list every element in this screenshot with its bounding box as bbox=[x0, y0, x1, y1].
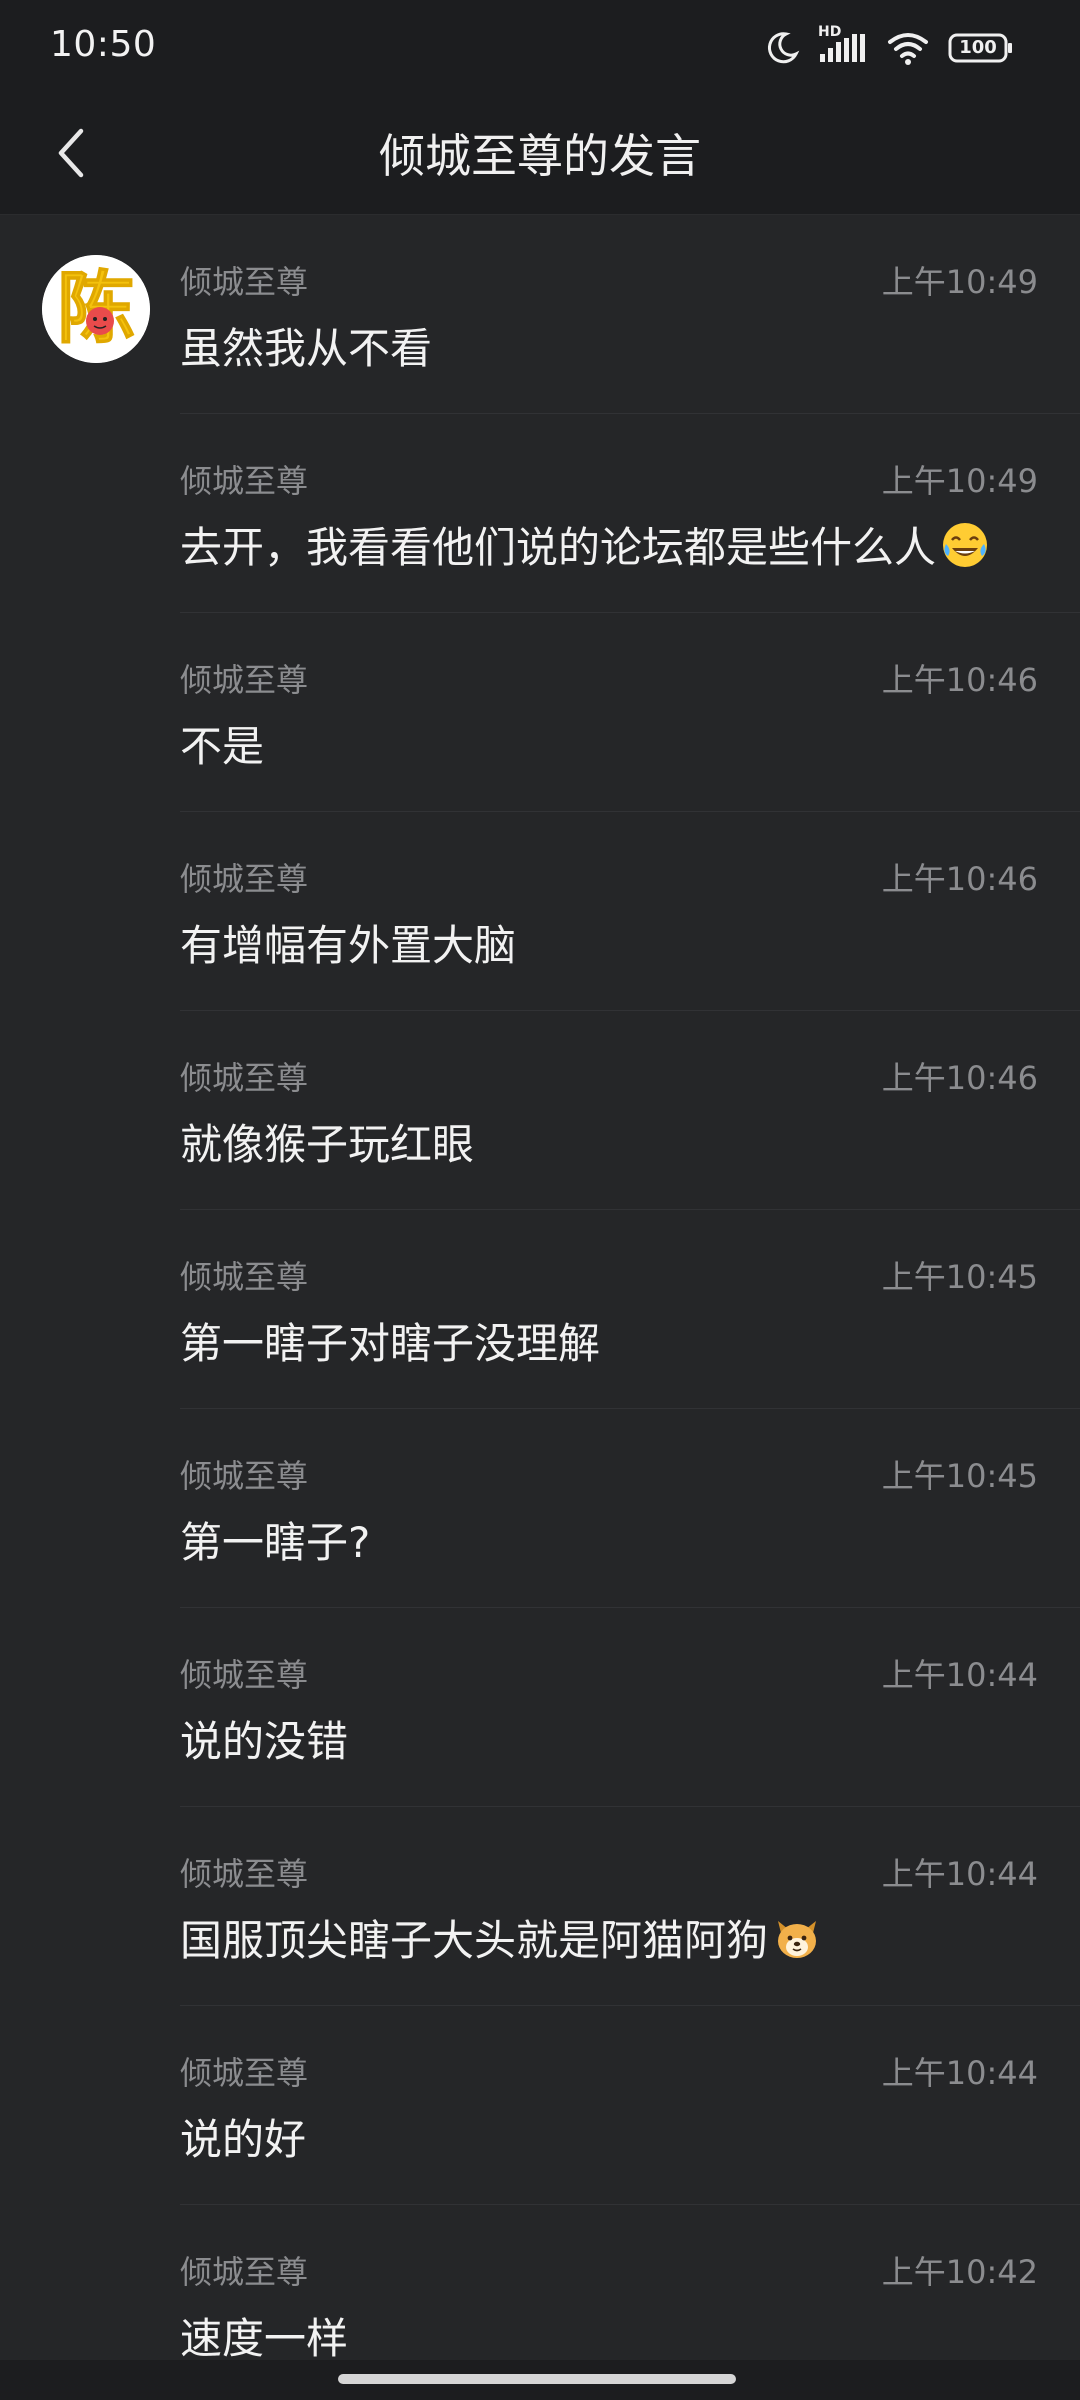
message-item[interactable]: 倾城至尊 上午10:49 去开，我看看他们说的论坛都是些什么人 bbox=[0, 414, 1080, 613]
message-author[interactable]: 倾城至尊 bbox=[180, 655, 308, 701]
message-content: 倾城至尊 上午10:42 速度一样 bbox=[180, 2205, 1080, 2360]
tears-of-joy-emoji bbox=[936, 520, 990, 570]
message-item[interactable]: 倾城至尊 上午10:44 说的没错 bbox=[0, 1608, 1080, 1807]
message-time: 上午10:46 bbox=[881, 661, 1038, 699]
message-content: 倾城至尊 上午10:49 去开，我看看他们说的论坛都是些什么人 bbox=[180, 414, 1080, 613]
message-author[interactable]: 倾城至尊 bbox=[180, 1849, 308, 1895]
message-time: 上午10:44 bbox=[881, 2054, 1038, 2092]
avatar[interactable]: 陈 bbox=[42, 255, 150, 363]
status-icons: HD 100 bbox=[764, 24, 1014, 70]
message-time: 上午10:44 bbox=[881, 1855, 1038, 1893]
message-author[interactable]: 倾城至尊 bbox=[180, 854, 308, 900]
message-item[interactable]: 倾城至尊 上午10:46 有增幅有外置大脑 bbox=[0, 812, 1080, 1011]
page-title: 倾城至尊的发言 bbox=[379, 129, 701, 183]
message-item[interactable]: 倾城至尊 上午10:46 就像猴子玩红眼 bbox=[0, 1011, 1080, 1210]
message-text-row: 说的好 bbox=[180, 2106, 306, 2167]
message-time: 上午10:49 bbox=[881, 263, 1038, 301]
message-author[interactable]: 倾城至尊 bbox=[180, 456, 308, 502]
message-content: 倾城至尊 上午10:45 第一瞎子对瞎子没理解 bbox=[180, 1210, 1080, 1409]
message-author[interactable]: 倾城至尊 bbox=[180, 2247, 308, 2293]
network-type-label: HD bbox=[818, 24, 842, 40]
message-content: 倾城至尊 上午10:44 说的没错 bbox=[180, 1608, 1080, 1807]
message-time: 上午10:45 bbox=[881, 1258, 1038, 1296]
message-item[interactable]: 倾城至尊 上午10:44 说的好 bbox=[0, 2006, 1080, 2205]
message-time: 上午10:46 bbox=[881, 1059, 1038, 1097]
message-author[interactable]: 倾城至尊 bbox=[180, 257, 308, 303]
message-text: 就像猴子玩红眼 bbox=[180, 1120, 475, 1169]
message-time: 上午10:42 bbox=[881, 2253, 1038, 2291]
message-item[interactable]: 陈 倾城至尊 上午10:49 虽然我从不看 bbox=[0, 215, 1080, 414]
signal-icon: HD bbox=[818, 24, 868, 66]
message-text-row: 去开，我看看他们说的论坛都是些什么人 bbox=[180, 514, 990, 575]
moon-icon bbox=[764, 30, 800, 66]
dog-face-emoji bbox=[768, 1913, 822, 1963]
message-text-row: 虽然我从不看 bbox=[180, 315, 432, 376]
battery-level: 100 bbox=[959, 37, 997, 58]
message-author[interactable]: 倾城至尊 bbox=[180, 1053, 308, 1099]
message-text-row: 有增幅有外置大脑 bbox=[180, 912, 516, 973]
message-text: 国服顶尖瞎子大头就是阿猫阿狗 bbox=[180, 1916, 769, 1965]
message-item[interactable]: 倾城至尊 上午10:45 第一瞎子? bbox=[0, 1409, 1080, 1608]
navigation-area bbox=[0, 2360, 1080, 2400]
message-list[interactable]: 陈 倾城至尊上午10:49虽然我从不看倾城至尊上午10:49去开，我看看他们说的… bbox=[0, 215, 1080, 2360]
tears-of-joy-emoji-icon bbox=[943, 522, 988, 567]
message-text-row: 速度一样 bbox=[180, 2305, 348, 2360]
message-content: 倾城至尊 上午10:46 就像猴子玩红眼 bbox=[180, 1011, 1080, 1210]
message-text-row: 第一瞎子? bbox=[180, 1509, 370, 1570]
status-time: 10:50 bbox=[50, 24, 157, 65]
message-text-row: 说的没错 bbox=[180, 1708, 348, 1769]
message-text-row: 第一瞎子对瞎子没理解 bbox=[180, 1310, 600, 1371]
message-content: 倾城至尊 上午10:46 有增幅有外置大脑 bbox=[180, 812, 1080, 1011]
message-text: 不是 bbox=[180, 722, 265, 771]
message-text: 第一瞎子? bbox=[180, 1518, 371, 1567]
message-author[interactable]: 倾城至尊 bbox=[180, 1451, 308, 1497]
message-text: 有增幅有外置大脑 bbox=[180, 921, 517, 970]
battery-icon: 100 bbox=[948, 33, 1014, 63]
message-item[interactable]: 倾城至尊 上午10:45 第一瞎子对瞎子没理解 bbox=[0, 1210, 1080, 1409]
message-author[interactable]: 倾城至尊 bbox=[180, 1650, 308, 1696]
message-content: 倾城至尊 上午10:44 国服顶尖瞎子大头就是阿猫阿狗 bbox=[180, 1807, 1080, 2006]
message-text-row: 不是 bbox=[180, 713, 264, 774]
wifi-icon bbox=[886, 30, 930, 66]
message-text: 第一瞎子对瞎子没理解 bbox=[180, 1319, 601, 1368]
message-author[interactable]: 倾城至尊 bbox=[180, 1252, 308, 1298]
message-item[interactable]: 倾城至尊 上午10:44 国服顶尖瞎子大头就是阿猫阿狗 bbox=[0, 1807, 1080, 2006]
message-time: 上午10:45 bbox=[881, 1457, 1038, 1495]
message-time: 上午10:44 bbox=[881, 1656, 1038, 1694]
status-bar: 10:50 HD 100 bbox=[0, 0, 1080, 96]
message-text: 说的没错 bbox=[180, 1717, 349, 1766]
message-text-row: 就像猴子玩红眼 bbox=[180, 1111, 474, 1172]
dog-face-emoji-icon bbox=[778, 1920, 817, 1958]
message-item[interactable]: 倾城至尊 上午10:42 速度一样 bbox=[0, 2205, 1080, 2360]
avatar-image: 陈 bbox=[42, 255, 150, 363]
message-text-row: 国服顶尖瞎子大头就是阿猫阿狗 bbox=[180, 1907, 822, 1968]
message-item[interactable]: 倾城至尊 上午10:46 不是 bbox=[0, 613, 1080, 812]
message-text: 去开，我看看他们说的论坛都是些什么人 bbox=[180, 523, 937, 572]
message-content: 倾城至尊 上午10:49 虽然我从不看 bbox=[180, 215, 1080, 414]
message-time: 上午10:46 bbox=[881, 860, 1038, 898]
home-gesture-bar[interactable] bbox=[338, 2374, 736, 2384]
message-content: 倾城至尊 上午10:44 说的好 bbox=[180, 2006, 1080, 2205]
message-content: 倾城至尊 上午10:46 不是 bbox=[180, 613, 1080, 812]
message-text: 虽然我从不看 bbox=[180, 324, 433, 373]
message-text: 速度一样 bbox=[180, 2314, 349, 2360]
message-author[interactable]: 倾城至尊 bbox=[180, 2048, 308, 2094]
message-time: 上午10:49 bbox=[881, 462, 1038, 500]
message-content: 倾城至尊 上午10:45 第一瞎子? bbox=[180, 1409, 1080, 1608]
message-text: 说的好 bbox=[180, 2115, 307, 2164]
header: 倾城至尊的发言 bbox=[0, 96, 1080, 215]
